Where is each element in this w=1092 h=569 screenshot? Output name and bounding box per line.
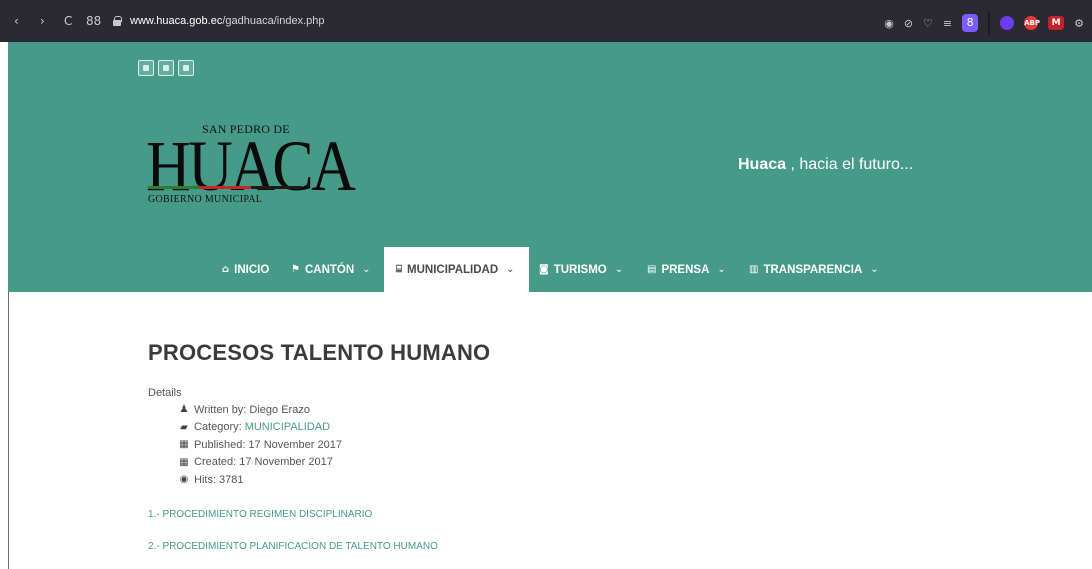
adblock-icon[interactable]: ABP [1024, 16, 1040, 30]
chevron-down-icon: ⌄ [362, 264, 371, 275]
meta-category: ▰ Category: MUNICIPALIDAD [178, 419, 948, 437]
eye-icon: ◉ [179, 474, 189, 486]
camera-icon[interactable]: ◉ [884, 17, 894, 30]
logo-bar-black [250, 186, 302, 189]
menu-item-prensa[interactable]: ▤ PRENSA ⌄ [647, 247, 726, 292]
chevron-down-icon: ⌄ [614, 264, 624, 275]
heart-icon[interactable]: ♡ [923, 17, 933, 30]
lock-icon [112, 16, 122, 26]
user-icon: ♟ [179, 404, 189, 416]
meta-created: ▦ Created: 17 November 2017 [179, 456, 333, 469]
extension-icon[interactable] [1000, 16, 1015, 30]
menu-item-transparencia[interactable]: ▥ TRANSPARENCIA ⌄ [749, 247, 879, 292]
chevron-down-icon: ⌄ [870, 264, 879, 275]
menu-label: PRENSA [661, 263, 710, 276]
browser-toolbar: ‹ › C 88 www.huaca.gob.ec/gadhuaca/index… [0, 0, 1092, 42]
article-meta: ♟ Written by: Diego Erazo ▰ Category: MU… [148, 401, 948, 489]
camera-icon: ◙ [539, 264, 549, 275]
calendar-icon: ▦ [179, 456, 189, 468]
facebook-icon[interactable] [138, 60, 154, 76]
address-bar[interactable]: www.huaca.gob.ec/gadhuaca/index.php [112, 12, 325, 30]
page-title: PROCESOS TALENTO HUMANO [148, 340, 491, 365]
calendar-icon: ▦ [179, 439, 189, 451]
page-left-border [8, 292, 9, 569]
article: PROCESOS TALENTO HUMANO Details ♟ Writte… [148, 340, 948, 552]
forward-icon[interactable]: › [40, 14, 45, 28]
menu-label: TURISMO [553, 263, 607, 276]
meta-author: ♟ Written by: Diego Erazo [179, 403, 310, 416]
newspaper-icon: ▤ [647, 264, 657, 275]
menu-item-inicio[interactable]: ⌂ INICIO [222, 247, 269, 292]
menu-item-municipalidad[interactable]: ⌸ MUNICIPALIDAD ⌄ [384, 247, 529, 292]
chevron-down-icon: ⌄ [506, 264, 515, 275]
menu-item-canton[interactable]: ⚑ CANTÓN ⌄ [291, 247, 371, 292]
twitter-icon[interactable] [158, 60, 174, 76]
main-menu: ⌂ INICIO ⚑ CANTÓN ⌄ ⌸ MUNICIPALIDAD ⌄ ◙ … [8, 247, 1092, 292]
logo-color-bars [148, 186, 302, 189]
folder-icon: ▰ [180, 421, 188, 433]
home-icon: ⌂ [222, 264, 230, 275]
toolbar-divider [988, 11, 991, 35]
back-icon[interactable]: ‹ [14, 14, 19, 28]
meta-hits: ◉ Hits: 3781 [179, 473, 244, 486]
site-header: SAN PEDRO DE HUACA GOBIERNO MUNICIPAL Hu… [8, 42, 1092, 292]
logo-bar-red [199, 186, 251, 189]
extensions-puzzle-icon[interactable]: ⚙ [1074, 17, 1084, 30]
logo-bar-green [148, 186, 200, 189]
menu-label: CANTÓN [304, 263, 355, 276]
bank-icon: ⌸ [396, 264, 402, 275]
mega-icon[interactable]: M [1048, 16, 1065, 30]
logo-bottom-text: GOBIERNO MUNICIPAL [148, 194, 263, 205]
social-links [138, 60, 194, 76]
apps-icon[interactable]: 88 [86, 14, 101, 28]
menu-icon[interactable]: ≡ [943, 17, 952, 30]
profile-icon[interactable]: 8 [962, 14, 979, 32]
menu-label: INICIO [234, 263, 270, 276]
menu-label: TRANSPARENCIA [763, 263, 863, 276]
toolbar-icons: ◉ ⊘ ♡ ≡ 8 ABP M ⚙ [884, 11, 1084, 35]
category-link[interactable]: MUNICIPALIDAD [245, 421, 330, 433]
document-link[interactable]: 2.- PROCEDIMIENTO PLANIFICACION DE TALEN… [148, 541, 948, 552]
meta-published: ▦ Published: 17 November 2017 [179, 438, 342, 451]
flag-icon: ⚑ [291, 264, 300, 275]
site-logo[interactable]: SAN PEDRO DE HUACA GOBIERNO MUNICIPAL [144, 122, 356, 214]
url-text: www.huaca.gob.ec/gadhuaca/index.php [130, 15, 325, 27]
details-heading: Details [148, 387, 182, 399]
book-icon: ▥ [749, 264, 759, 275]
shield-icon[interactable]: ⊘ [904, 17, 913, 30]
logo-main-text: HUACA [146, 126, 356, 206]
menu-label: MUNICIPALIDAD [407, 263, 499, 276]
chevron-down-icon: ⌄ [717, 264, 726, 275]
menu-item-turismo[interactable]: ◙ TURISMO ⌄ [539, 247, 623, 292]
site-tagline: Huaca , hacia el futuro... [738, 156, 914, 173]
instagram-icon[interactable] [178, 60, 194, 76]
reload-icon[interactable]: C [64, 14, 72, 28]
document-link[interactable]: 1.- PROCEDIMIENTO REGIMEN DISCIPLINARIO [148, 509, 948, 520]
